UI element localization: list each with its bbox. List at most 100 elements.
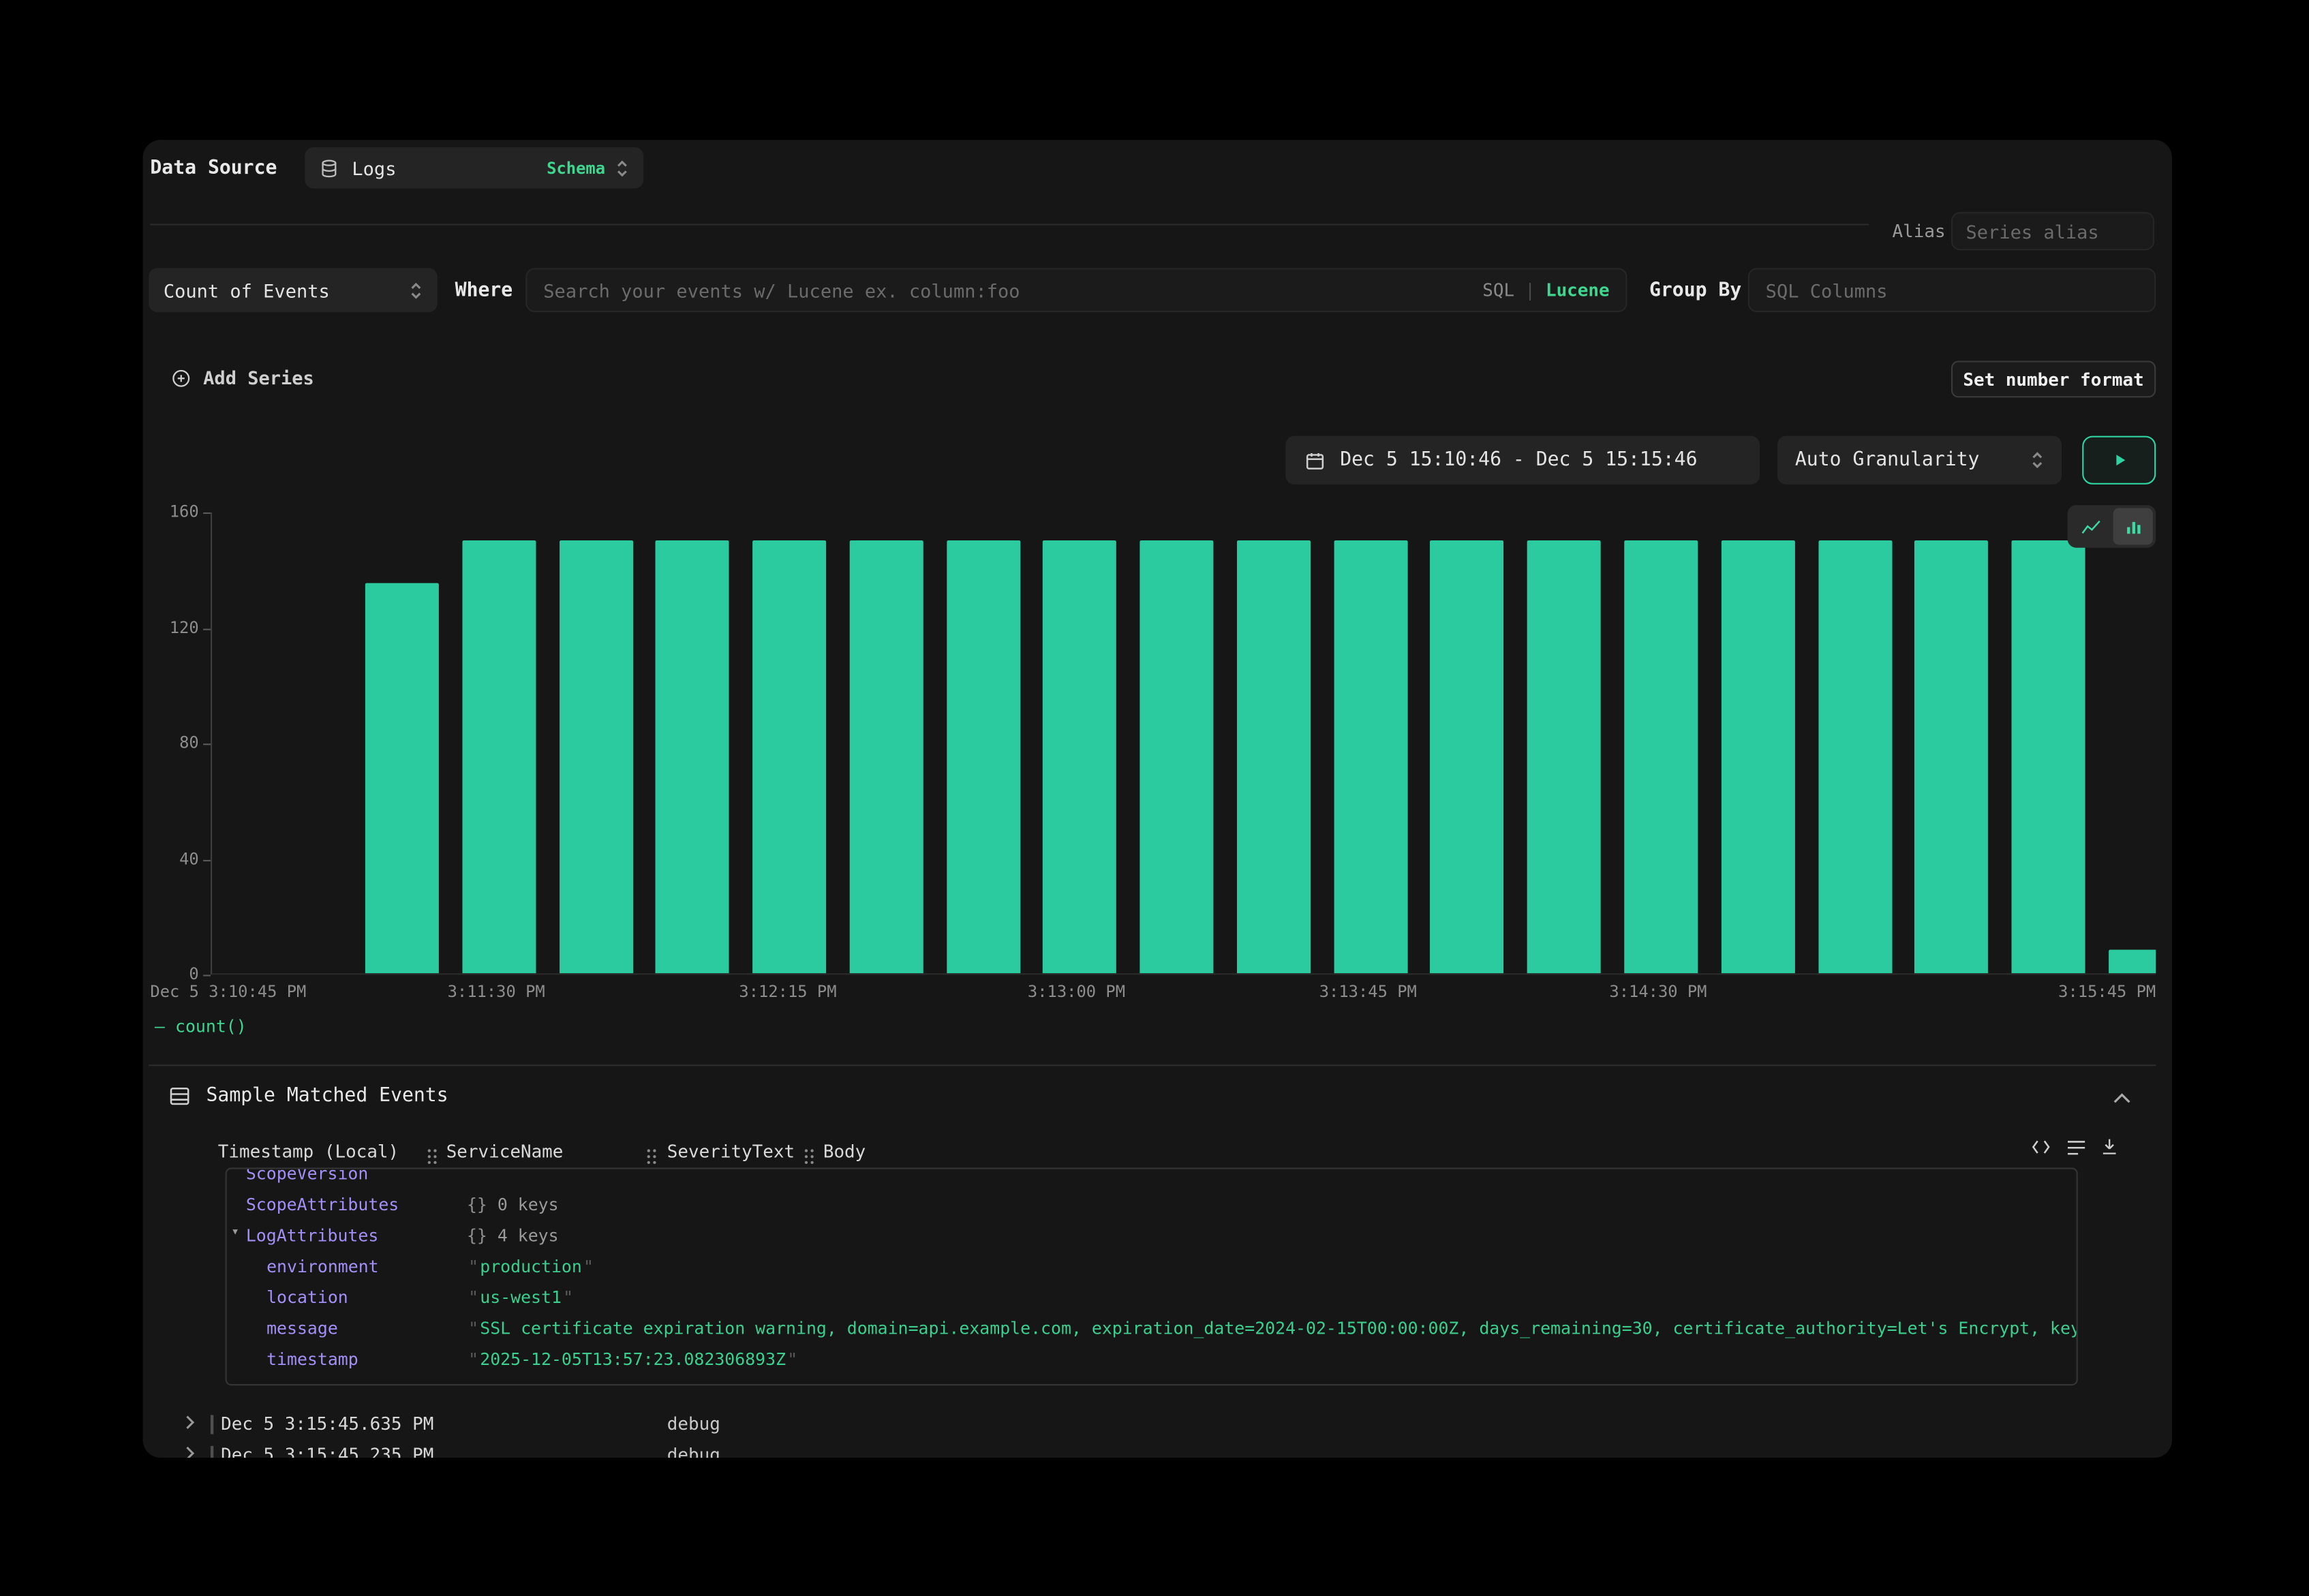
- chart-bar[interactable]: [849, 540, 923, 973]
- column-header-servicename[interactable]: ServiceName: [446, 1141, 564, 1162]
- y-tick-mark: [203, 743, 211, 745]
- search-input-box: SQL | Lucene: [525, 268, 1627, 312]
- column-header-timestamp[interactable]: Timestamp (Local): [218, 1141, 399, 1162]
- bar-chart-icon[interactable]: [2113, 508, 2153, 544]
- legend-swatch: —: [155, 1016, 165, 1037]
- lucene-toggle[interactable]: Lucene: [1546, 280, 1610, 301]
- granularity-select[interactable]: Auto Granularity: [1777, 436, 2062, 485]
- drag-handle-icon[interactable]: [647, 1143, 657, 1171]
- attribute-value[interactable]: "2025-12-05T13:57:23.082306893Z": [467, 1349, 799, 1369]
- drag-handle-icon[interactable]: [427, 1143, 438, 1171]
- x-tick-label: 3:12:15 PM: [739, 982, 836, 1001]
- sql-toggle[interactable]: SQL: [1482, 280, 1514, 301]
- chart-legend[interactable]: — count(): [155, 1016, 247, 1037]
- drag-handle-icon[interactable]: [804, 1143, 814, 1171]
- chart-bar[interactable]: [2012, 540, 2085, 973]
- chart-type-switcher: [2068, 505, 2156, 548]
- y-tick-mark: [203, 859, 211, 861]
- attribute-key[interactable]: ScopeAttributes: [246, 1194, 399, 1214]
- event-row[interactable]: Dec 5 3:15:45.235 PMdebug: [143, 1440, 2162, 1458]
- schema-link[interactable]: Schema: [547, 158, 605, 177]
- select-chevrons-icon: [2031, 450, 2044, 470]
- collapse-caret-icon[interactable]: ▾: [231, 1225, 239, 1240]
- event-row[interactable]: Dec 5 3:15:45.635 PMdebug: [143, 1409, 2162, 1439]
- y-tick-mark: [203, 628, 211, 630]
- set-number-format-button[interactable]: Set number format: [1951, 360, 2156, 397]
- severity-indicator: [211, 1415, 213, 1434]
- chart-bar[interactable]: [752, 540, 826, 973]
- column-header-body[interactable]: Body: [823, 1141, 866, 1162]
- run-query-button[interactable]: [2082, 436, 2156, 485]
- play-icon: [2111, 452, 2127, 468]
- y-tick-mark: [203, 975, 211, 976]
- event-timestamp: Dec 5 3:15:45.635 PM: [221, 1413, 433, 1434]
- json-attribute-row[interactable]: environment "production": [227, 1250, 2077, 1280]
- expand-row-icon[interactable]: [184, 1415, 196, 1430]
- attribute-key[interactable]: ScopeVersion: [246, 1167, 369, 1184]
- x-axis-labels: Dec 5 3:10:45 PM3:11:30 PM3:12:15 PM3:13…: [143, 982, 2172, 1002]
- chart-bar[interactable]: [559, 540, 632, 973]
- attribute-key[interactable]: timestamp: [266, 1349, 358, 1369]
- event-attributes-panel[interactable]: ScopeVersion ScopeAttributes{} 0 keys ▾ Log…: [226, 1167, 2078, 1385]
- chevron-up-icon[interactable]: [2113, 1092, 2131, 1104]
- x-tick-label: 3:13:00 PM: [1028, 982, 1125, 1001]
- data-source-select[interactable]: Logs Schema: [305, 147, 643, 188]
- attribute-key[interactable]: location: [266, 1287, 348, 1307]
- chart-bar[interactable]: [1431, 540, 1504, 973]
- chart-bar[interactable]: [462, 540, 536, 973]
- attribute-value[interactable]: "us-west1": [467, 1287, 575, 1307]
- x-tick-label: Dec 5 3:10:45 PM: [150, 982, 306, 1001]
- download-icon[interactable]: [2100, 1137, 2119, 1156]
- expand-row-icon[interactable]: [184, 1446, 196, 1458]
- add-series-button[interactable]: Add Series: [171, 367, 314, 388]
- json-attribute-row[interactable]: ScopeAttributes{} 0 keys: [227, 1188, 2077, 1219]
- bar-chart-plot[interactable]: [211, 512, 2156, 975]
- attribute-value[interactable]: "SSL certificate expiration warning, dom…: [467, 1318, 2077, 1338]
- chart-bar[interactable]: [946, 540, 1020, 973]
- chart-bar[interactable]: [656, 540, 729, 973]
- json-attribute-row[interactable]: message "SSL certificate expiration warni…: [227, 1312, 2077, 1342]
- json-attribute-row[interactable]: ▾LogAttributes{} 4 keys: [227, 1219, 2077, 1250]
- events-section-header: Sample Matched Events: [169, 1085, 448, 1107]
- attribute-value[interactable]: "production": [467, 1256, 595, 1276]
- time-range-picker[interactable]: Dec 5 15:10:46 - Dec 5 15:15:46: [1285, 436, 1760, 485]
- y-tick-label: 0: [189, 964, 198, 983]
- chart-bar[interactable]: [1721, 540, 1794, 973]
- header-divider: [150, 224, 1869, 225]
- group-by-label: Group By: [1649, 280, 1741, 302]
- y-tick-label: 120: [170, 617, 199, 636]
- screen: Data Source Logs Schema Alias Count of E…: [0, 0, 2309, 1596]
- chart-bar[interactable]: [2109, 950, 2156, 974]
- y-tick-mark: [203, 512, 211, 514]
- alias-input-box: [1951, 212, 2154, 250]
- chart-bar[interactable]: [1915, 540, 1989, 973]
- chart-bar[interactable]: [1043, 540, 1117, 973]
- query-builder-panel: Data Source Logs Schema Alias Count of E…: [143, 140, 2172, 1458]
- group-by-input[interactable]: [1766, 279, 2139, 301]
- json-attribute-row[interactable]: timestamp "2025-12-05T13:57:23.082306893Z…: [227, 1343, 2077, 1374]
- code-icon[interactable]: [2031, 1138, 2051, 1156]
- chart-bar[interactable]: [1818, 540, 1891, 973]
- attribute-key[interactable]: environment: [266, 1256, 379, 1276]
- data-source-value: Logs: [352, 157, 396, 179]
- chart-bar[interactable]: [1527, 540, 1601, 973]
- line-chart-icon[interactable]: [2070, 508, 2110, 544]
- aggregate-value: Count of Events: [164, 279, 330, 301]
- alias-input[interactable]: [1966, 220, 2140, 242]
- wrap-lines-icon[interactable]: [2066, 1139, 2086, 1156]
- group-by-input-box: [1748, 268, 2156, 312]
- json-attribute-row[interactable]: location "us-west1": [227, 1281, 2077, 1312]
- aggregate-select[interactable]: Count of Events: [149, 268, 437, 312]
- chart-bar[interactable]: [1334, 540, 1407, 973]
- attribute-key[interactable]: LogAttributes: [246, 1225, 378, 1246]
- chart-bar[interactable]: [1237, 540, 1311, 973]
- column-header-severitytext[interactable]: SeverityText: [667, 1141, 795, 1162]
- search-input[interactable]: [543, 279, 1482, 301]
- chart-bar[interactable]: [365, 583, 439, 974]
- calendar-icon: [1304, 450, 1325, 470]
- chart-bar[interactable]: [1140, 540, 1214, 973]
- y-axis: 04080120160: [143, 512, 211, 975]
- chart-bar[interactable]: [1624, 540, 1698, 973]
- attribute-key[interactable]: message: [266, 1318, 338, 1338]
- json-attribute-row[interactable]: ScopeVersion: [227, 1167, 2077, 1188]
